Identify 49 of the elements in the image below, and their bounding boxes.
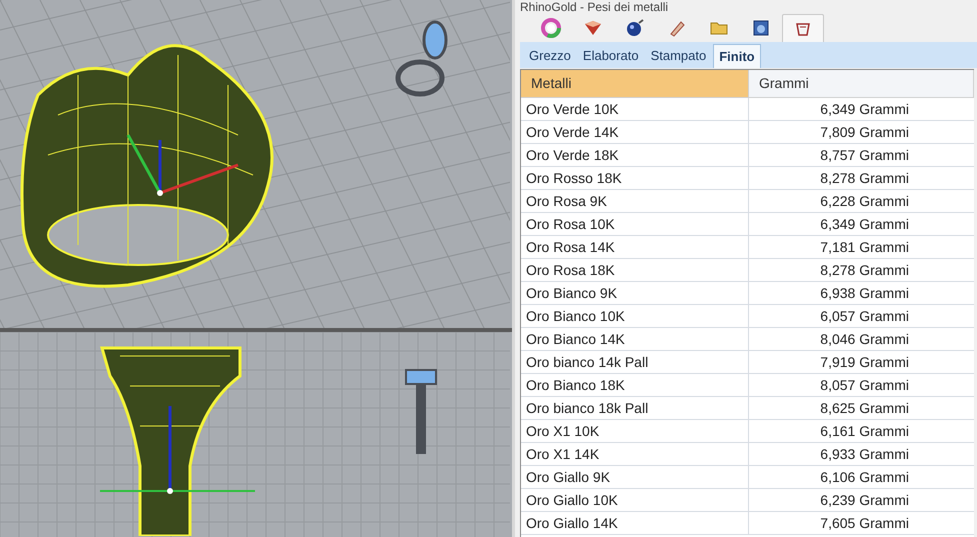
table-cell: Oro Giallo 9K (521, 466, 749, 488)
table-cell: Oro Rosa 9K (521, 190, 749, 212)
table-cell-text: 6,106 Grammi (819, 468, 909, 487)
table-cell-text: 6,057 Grammi (819, 307, 909, 326)
tab[interactable]: Finito (713, 44, 761, 68)
table-cell-text: 6,239 Grammi (819, 491, 909, 510)
table-cell: Oro Verde 14K (521, 121, 749, 143)
table-cell: Oro Bianco 18K (521, 374, 749, 396)
table-cell: Oro Rosa 18K (521, 259, 749, 281)
table-cell-text: 6,228 Grammi (819, 192, 909, 211)
table-cell: Oro Bianco 14K (521, 328, 749, 350)
table-cell: Oro Rosa 14K (521, 236, 749, 258)
table-cell: Oro Verde 10K (521, 98, 749, 120)
color-wheel-icon (541, 18, 561, 38)
tab[interactable]: Grezzo (524, 44, 576, 68)
table-cell-text: 6,349 Grammi (819, 215, 909, 234)
panel-title: RhinoGold - Pesi dei metalli (520, 0, 670, 14)
table-cell: Oro bianco 18k Pall (521, 397, 749, 419)
table-cell-text: 7,181 Grammi (819, 238, 909, 257)
table-cell-text: 7,809 Grammi (819, 123, 909, 142)
table-cell: Oro X1 10K (521, 420, 749, 442)
table-cell-text: 8,757 Grammi (819, 146, 909, 165)
table-cell-text: 7,605 Grammi (819, 514, 909, 533)
sphere-icon (625, 18, 645, 38)
table-cell: Oro Rosso 18K (521, 167, 749, 189)
column-header[interactable]: Metalli (521, 70, 749, 98)
help-window-icon (751, 18, 771, 38)
table-cell: Oro Giallo 10K (521, 489, 749, 511)
table-cell-text: 6,933 Grammi (819, 445, 909, 464)
table-cell-text: 7,919 Grammi (819, 353, 909, 372)
table-cell-text: 6,349 Grammi (819, 100, 909, 119)
table-cell: Oro Rosa 10K (521, 213, 749, 235)
table-cell-text: 8,046 Grammi (819, 330, 909, 349)
table-cell: Oro X1 14K (521, 443, 749, 465)
table-cell: Oro Verde 18K (521, 144, 749, 166)
table-cell-text: 8,057 Grammi (819, 376, 909, 395)
table-cell-text: 8,625 Grammi (819, 399, 909, 418)
table-cell-text: 8,278 Grammi (819, 261, 909, 280)
table-cell-text: 6,938 Grammi (819, 284, 909, 303)
table-cell: Oro Bianco 9K (521, 282, 749, 304)
table-cell: Oro Bianco 10K (521, 305, 749, 327)
toolbar-button[interactable] (782, 14, 824, 42)
tab[interactable]: Elaborato (578, 44, 644, 68)
column-header[interactable]: Grammi (749, 70, 974, 98)
table-cell: Oro bianco 14k Pall (521, 351, 749, 373)
table-cell-text: 6,161 Grammi (819, 422, 909, 441)
table-cell-text: 8,278 Grammi (819, 169, 909, 188)
tab[interactable]: Stampato (646, 44, 712, 68)
table-cell: Oro Giallo 14K (521, 512, 749, 534)
